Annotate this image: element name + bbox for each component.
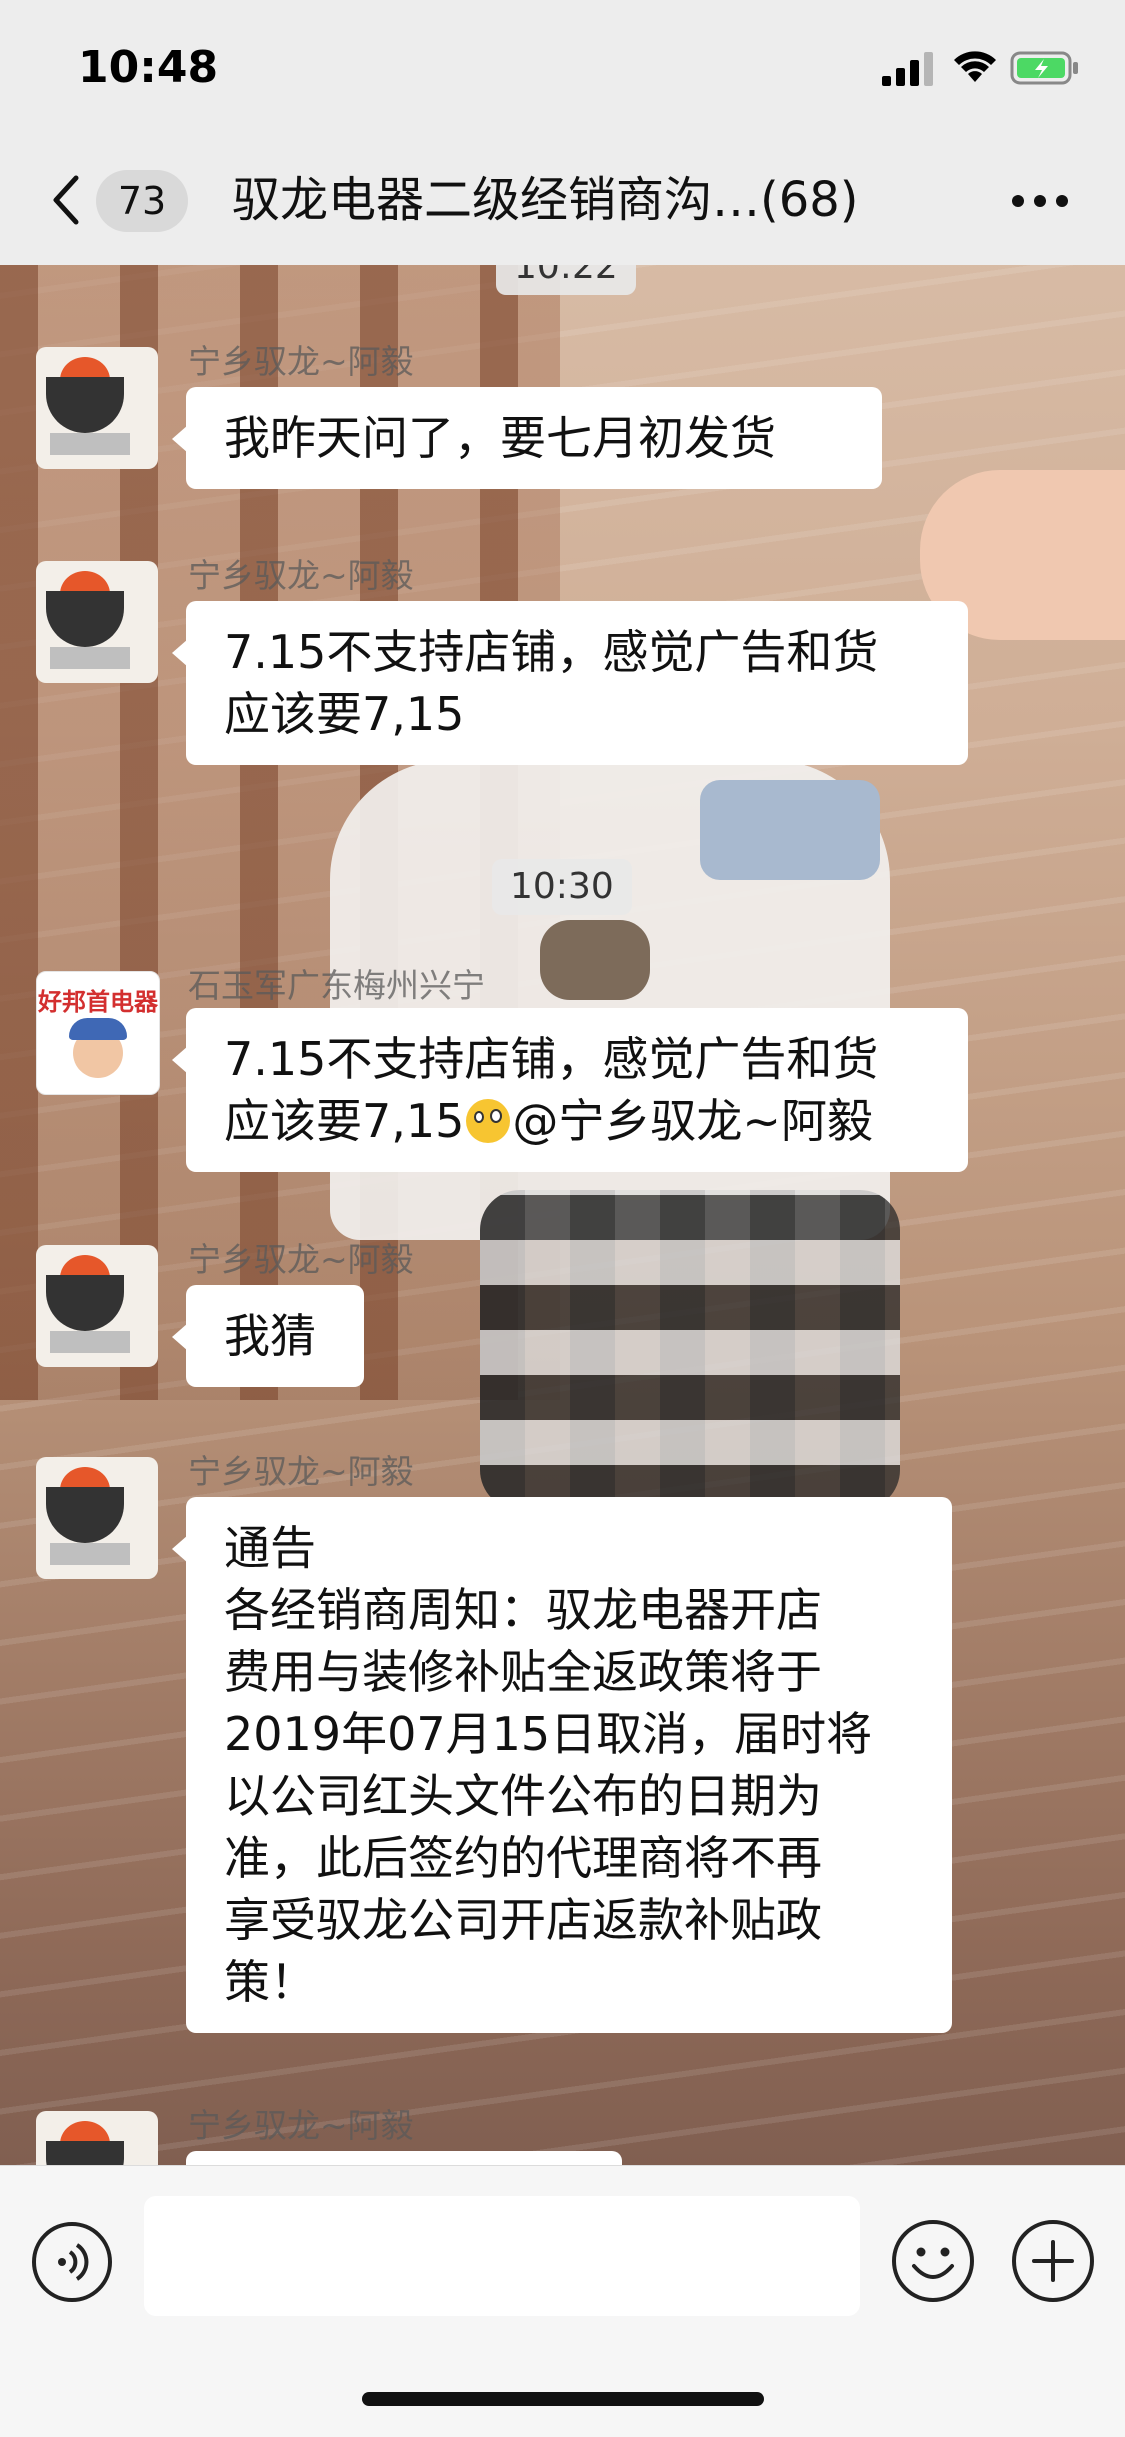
message-text: 策！ <box>224 1955 316 2009</box>
sender-name: 宁乡驭龙~阿毅 <box>188 556 414 595</box>
message-text: 应该要7,15 <box>224 1094 465 1148</box>
stove-graphic <box>50 1331 130 1353</box>
battery-charging-icon <box>1010 51 1078 85</box>
message-text: 2019年07月15日取消，届时将 <box>224 1707 873 1761</box>
stove-graphic <box>50 433 130 455</box>
timestamp: 10:30 <box>492 859 632 915</box>
plus-icon[interactable] <box>1010 2218 1096 2304</box>
message-bubble[interactable]: 我昨天问了，要七月初发货 <box>172 387 882 489</box>
message-input-bar <box>0 2165 1125 2437</box>
message-text: 各经销商周知：驭龙电器开店 <box>224 1583 822 1637</box>
avatar-cap <box>69 1018 127 1040</box>
message-bubble[interactable]: 我猜 <box>172 1285 364 1387</box>
emoji-icon[interactable] <box>890 2218 976 2304</box>
message-text: 7.15不支持店铺，感觉广告和货 <box>224 1032 879 1086</box>
stove-graphic <box>50 647 130 669</box>
message-bubble[interactable]: 7.15不支持店铺，感觉广告和货 应该要7,15 <box>172 601 968 765</box>
message-text: 我昨天问了，要七月初发货 <box>224 411 776 465</box>
sender-name: 宁乡驭龙~阿毅 <box>188 2106 414 2145</box>
status-bar: 10:48 <box>0 0 1125 135</box>
wok-graphic <box>46 591 124 647</box>
cellular-signal-icon <box>882 52 933 86</box>
message-text: 应该要7,15 <box>224 687 465 741</box>
message-text: 享受驭龙公司开店返款补贴政 <box>224 1893 822 1947</box>
message-text: 我猜 <box>224 1309 316 1363</box>
status-time: 10:48 <box>78 42 219 93</box>
avatar[interactable] <box>36 347 158 469</box>
home-indicator[interactable] <box>362 2392 764 2406</box>
message-line: 应该要7,15 @宁乡驭龙~阿毅 <box>224 1090 930 1152</box>
timestamp: 10:22 <box>496 265 636 295</box>
voice-icon[interactable] <box>30 2220 114 2304</box>
sender-name: 宁乡驭龙~阿毅 <box>188 1452 414 1491</box>
avatar[interactable] <box>36 561 158 683</box>
message-text: 费用与装修补贴全返政策将于 <box>224 1645 822 1699</box>
wifi-icon <box>954 51 996 82</box>
message-bubble[interactable]: 通告 各经销商周知：驭龙电器开店 费用与装修补贴全返政策将于 2019年07月1… <box>172 1497 952 2033</box>
wok-graphic <box>46 1275 124 1331</box>
avatar-logo-text: 好邦首电器 <box>38 988 158 1016</box>
wok-graphic <box>46 377 124 433</box>
avatar[interactable] <box>36 1245 158 1367</box>
unread-count-badge[interactable]: 73 <box>96 170 188 232</box>
avatar[interactable] <box>36 2111 158 2165</box>
more-dots-icon[interactable] <box>1010 193 1070 209</box>
wok-graphic <box>46 2141 124 2165</box>
chat-title[interactable]: 驭龙电器二级经销商沟…(68) <box>232 165 952 235</box>
sender-name: 宁乡驭龙~阿毅 <box>188 342 414 381</box>
message-text: 以公司红头文件公布的日期为 <box>224 1769 822 1823</box>
chevron-left-icon[interactable] <box>46 170 86 230</box>
message-text: 准，此后签约的代理商将不再 <box>224 1831 822 1885</box>
avatar[interactable]: 好邦首电器 <box>36 971 160 1095</box>
stove-graphic <box>50 1543 130 1565</box>
message-text: 通告 <box>224 1521 316 1575</box>
sender-name: 石玉军广东梅州兴宁 <box>188 966 485 1005</box>
mention-text[interactable]: @宁乡驭龙~阿毅 <box>512 1094 873 1148</box>
message-bubble[interactable]: 7.15不支持店铺，感觉广告和货 应该要7,15 @宁乡驭龙~阿毅 <box>172 1008 968 1172</box>
message-bubble[interactable] <box>186 2151 622 2165</box>
sender-name: 宁乡驭龙~阿毅 <box>188 1240 414 1279</box>
message-list[interactable]: 10:22 宁乡驭龙~阿毅 我昨天问了，要七月初发货 宁乡驭龙~阿毅 7.15不… <box>0 265 1125 2165</box>
chat-header: 73 驭龙电器二级经销商沟…(68) <box>0 135 1125 265</box>
message-text: 7.15不支持店铺，感觉广告和货 <box>224 625 879 679</box>
avatar[interactable] <box>36 1457 158 1579</box>
wok-graphic <box>46 1487 124 1543</box>
message-input[interactable] <box>144 2196 860 2316</box>
shocked-face-emoji-icon <box>466 1099 511 1143</box>
